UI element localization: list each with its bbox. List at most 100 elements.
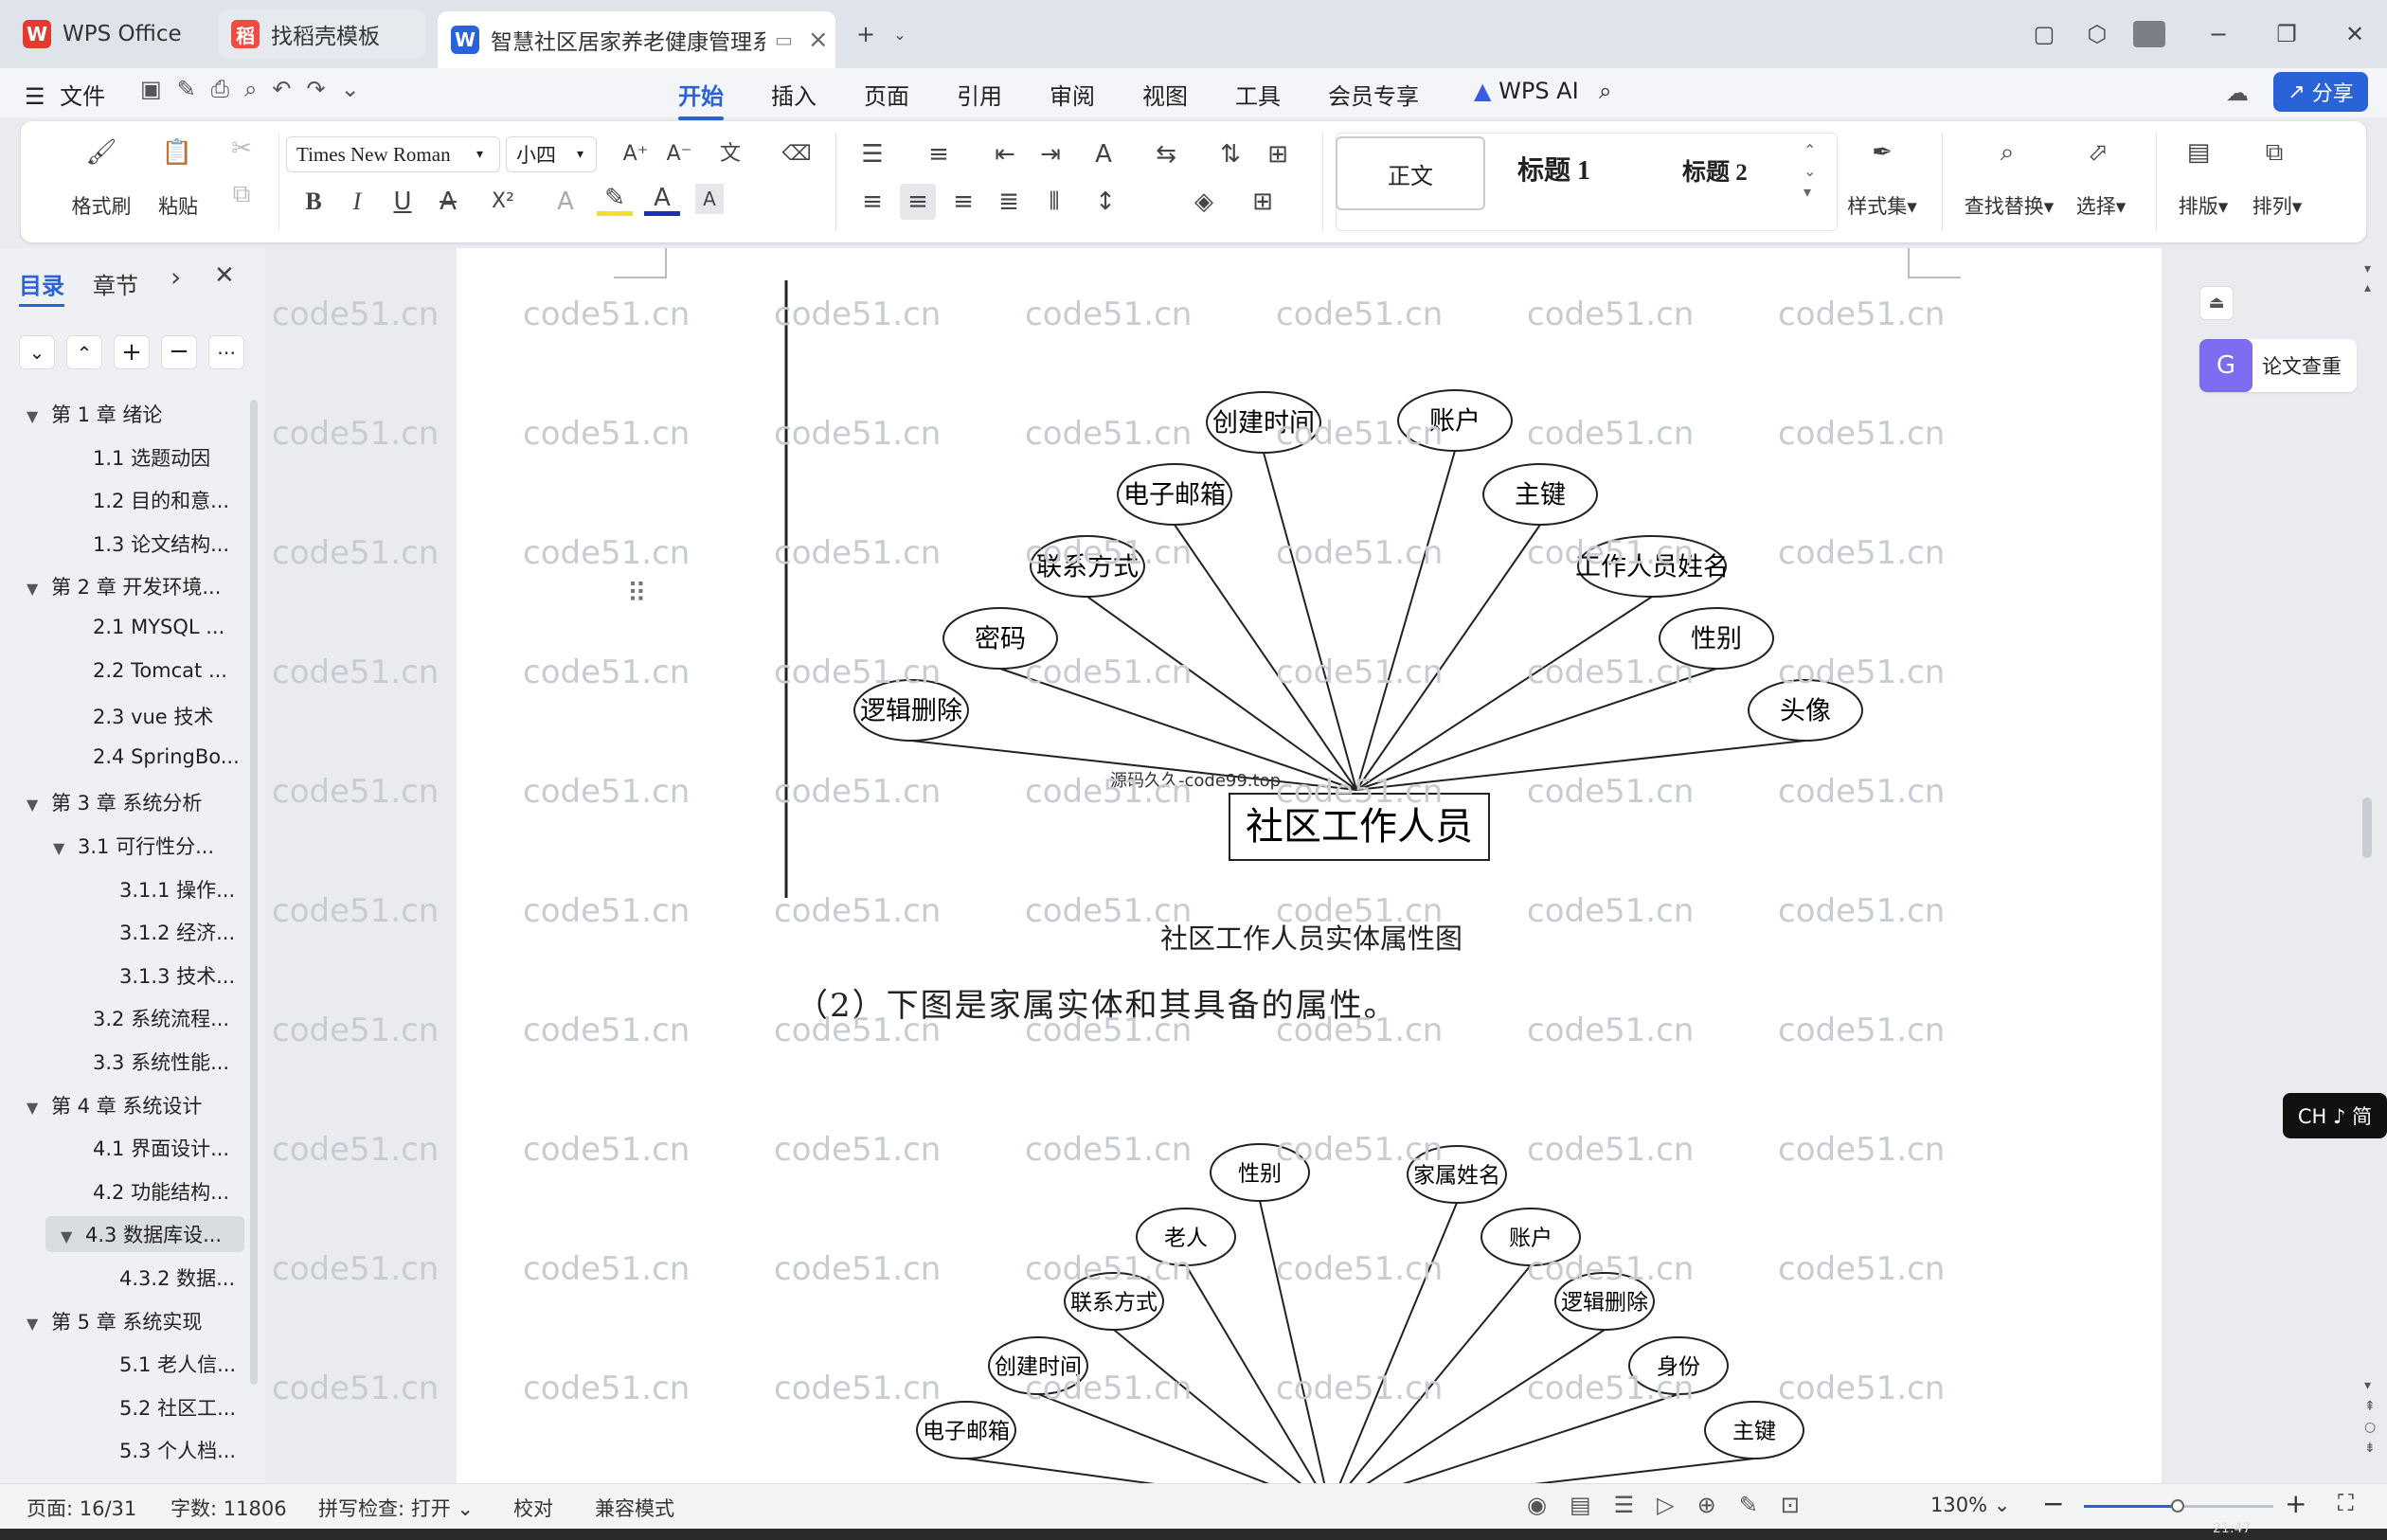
toc-scrollbar[interactable] — [250, 400, 258, 1385]
menu-item-tools[interactable]: 工具 — [1235, 78, 1281, 111]
toc-item[interactable]: 3.1.1 操作... — [80, 875, 235, 904]
file-menu[interactable]: ☰ 文件 — [25, 78, 105, 111]
font-color-icon[interactable]: A — [644, 184, 680, 216]
search-icon[interactable]: ⌕ — [1599, 78, 1611, 104]
style-scroll-icon[interactable]: ⌃ ⌄ ▾ — [1804, 140, 1816, 203]
close-pane-icon[interactable]: ✕ — [214, 261, 235, 290]
eraser-icon[interactable]: ⌫ — [779, 136, 815, 172]
cube-icon[interactable]: ⬡ — [2080, 17, 2114, 51]
view-mode-icons[interactable]: ◉▤☰▷⊕✎⊡ — [1527, 1492, 1822, 1518]
format-painter-button[interactable]: 格式刷 — [68, 191, 135, 220]
toc-item[interactable]: 2.2 Tomcat ... — [53, 659, 227, 682]
select-button[interactable]: 选择▾ — [2071, 191, 2131, 220]
border-icon[interactable]: ⊞ — [1245, 184, 1281, 220]
more-options-icon[interactable]: ⋯ — [208, 335, 244, 369]
font-name-select[interactable]: Times New Roman ▾ — [286, 136, 500, 172]
toc-item[interactable]: 2.1 MYSQL ... — [53, 616, 224, 638]
decrease-font-icon[interactable]: A⁻ — [661, 136, 697, 172]
underline-icon[interactable]: U — [385, 184, 421, 220]
toc-item[interactable]: ▼ 3.1 可行性分... — [53, 832, 214, 860]
paper-check-button[interactable]: G 论文查重 — [2199, 339, 2357, 392]
toc-item[interactable]: 4.2 功能结构... — [53, 1177, 229, 1206]
add-heading-icon[interactable]: + — [114, 335, 150, 369]
collapse-panel-icon[interactable]: ⏏ — [2199, 286, 2234, 320]
menu-item-start[interactable]: 开始 — [678, 78, 724, 120]
toc-item[interactable]: 3.1.3 技术... — [80, 961, 235, 990]
highlight-icon[interactable]: ✎ — [597, 184, 633, 216]
toc-item[interactable]: 5.2 社区工... — [80, 1393, 236, 1422]
proofread-button[interactable]: 校对 — [513, 1494, 553, 1522]
strikethrough-icon[interactable]: A — [430, 184, 466, 220]
menu-item-reference[interactable]: 引用 — [957, 78, 1002, 111]
drag-handle-icon[interactable]: ⠿ — [627, 578, 647, 609]
copy-icon[interactable]: ⧉ — [224, 176, 260, 212]
arrange-button[interactable]: 排列▾ — [2247, 191, 2307, 220]
toc-item[interactable]: 5.3 个人档... — [80, 1436, 236, 1464]
align-left-icon[interactable]: ≡ — [854, 184, 890, 220]
expand-triangle-icon[interactable]: ▼ — [53, 839, 68, 857]
numbered-list-icon[interactable]: ≡ — [921, 136, 957, 172]
collapse-down-icon[interactable]: ⌄ — [19, 335, 55, 369]
toc-item[interactable]: ▼ 第 5 章 系统实现 — [27, 1307, 202, 1335]
bullet-list-icon[interactable]: ☰ — [854, 136, 890, 172]
wps-ai-button[interactable]: ▲ WPS AI — [1474, 78, 1579, 104]
text-effect-icon[interactable]: A — [547, 184, 583, 220]
page-nav-icons[interactable]: ▾ ⇞ ○ ⇟ — [2364, 1375, 2376, 1459]
convert-icon[interactable]: ⇆ — [1148, 136, 1184, 172]
typeset-button[interactable]: 排版▾ — [2173, 191, 2234, 220]
italic-icon[interactable]: I — [339, 184, 375, 220]
expand-triangle-icon[interactable]: ▼ — [27, 580, 42, 598]
spacing-icon[interactable]: ⊞ — [1260, 136, 1296, 172]
toc-item[interactable]: 4.3.2 数据... — [80, 1263, 235, 1292]
avatar[interactable] — [2133, 21, 2165, 47]
toc-item[interactable]: ▼ 4.3 数据库设... — [45, 1216, 244, 1253]
zoom-slider-handle[interactable] — [2171, 1499, 2184, 1513]
distribute-icon[interactable]: ⦀ — [1036, 184, 1072, 220]
sort-icon[interactable]: ⇅ — [1212, 136, 1248, 172]
ime-indicator[interactable]: CH ♪ 简 — [2283, 1093, 2387, 1138]
toc-item[interactable]: 5.1 老人信... — [80, 1350, 236, 1378]
phonetic-icon[interactable]: 文 — [712, 136, 748, 172]
maximize-icon[interactable]: ❐ — [2270, 17, 2304, 51]
collapse-up-icon[interactable]: ⌃ — [66, 335, 102, 369]
style-heading-1[interactable]: 标题 1 — [1517, 150, 1590, 188]
style-normal[interactable]: 正文 — [1336, 136, 1485, 210]
vertical-scrollbar-thumb[interactable] — [2362, 797, 2372, 858]
monitor-icon[interactable]: ▭ — [775, 28, 793, 51]
superscript-icon[interactable]: X² — [485, 184, 521, 220]
tab-toc[interactable]: 目录 — [19, 267, 64, 307]
minimize-icon[interactable]: − — [2201, 17, 2235, 51]
toc-item[interactable]: ▼ 第 2 章 开发环境... — [27, 572, 221, 600]
page-indicator[interactable]: 页面: 16/31 — [27, 1494, 136, 1522]
document-page[interactable]: 逻辑删除 密码 联系方式 电子邮箱 创建时间 账户 主键 工作人员姓名 性别 头像 社区工作人员 电… — [457, 248, 2162, 1483]
paste-button[interactable]: 粘贴 — [150, 191, 206, 220]
cut-icon[interactable]: ✂ — [224, 131, 260, 167]
menu-item-view[interactable]: 视图 — [1142, 78, 1188, 111]
cloud-icon[interactable]: ☁ — [2226, 80, 2249, 106]
close-tab-icon[interactable]: × — [808, 26, 829, 54]
tab-docer[interactable]: 稻 找稻壳模板 — [218, 9, 426, 59]
toc-item[interactable]: 1.3 论文结构... — [53, 529, 229, 558]
zoom-level[interactable]: 130% ⌄ — [1930, 1494, 2010, 1516]
word-count[interactable]: 字数: 11806 — [170, 1494, 287, 1522]
justify-icon[interactable]: ≣ — [991, 184, 1027, 220]
spell-check-toggle[interactable]: 拼写检查: 打开 ⌄ — [318, 1494, 474, 1522]
decrease-indent-icon[interactable]: ⇤ — [987, 136, 1023, 172]
scroll-up-icon[interactable]: ▾ ▴ — [2364, 260, 2371, 297]
toc-item[interactable]: 2.4 SpringBo... — [53, 745, 240, 768]
toc-item[interactable]: ▼ 第 1 章 绪论 — [27, 400, 162, 428]
chevron-right-icon[interactable]: › — [170, 261, 181, 293]
find-replace-button[interactable]: 查找替换▾ — [1957, 191, 2061, 220]
style-heading-2[interactable]: 标题 2 — [1682, 153, 1748, 188]
new-tab-icon[interactable]: + — [849, 17, 883, 51]
shading-icon[interactable]: ◈ — [1186, 184, 1222, 220]
zoom-in-icon[interactable]: + — [2285, 1488, 2306, 1519]
window-layout-icon[interactable]: ▢ — [2027, 17, 2061, 51]
tab-section[interactable]: 章节 — [93, 267, 138, 300]
toc-item[interactable]: ▼ 第 4 章 系统设计 — [27, 1091, 202, 1119]
document-canvas[interactable]: 逻辑删除 密码 联系方式 电子邮箱 创建时间 账户 主键 工作人员姓名 性别 头像 社区工作人员 电… — [267, 248, 2162, 1483]
toc-item[interactable]: 1.1 选题动因 — [53, 443, 210, 472]
expand-triangle-icon[interactable]: ▼ — [61, 1227, 76, 1245]
text-direction-icon[interactable]: A — [1086, 136, 1122, 172]
toc-item[interactable]: 3.3 系统性能... — [53, 1048, 229, 1076]
